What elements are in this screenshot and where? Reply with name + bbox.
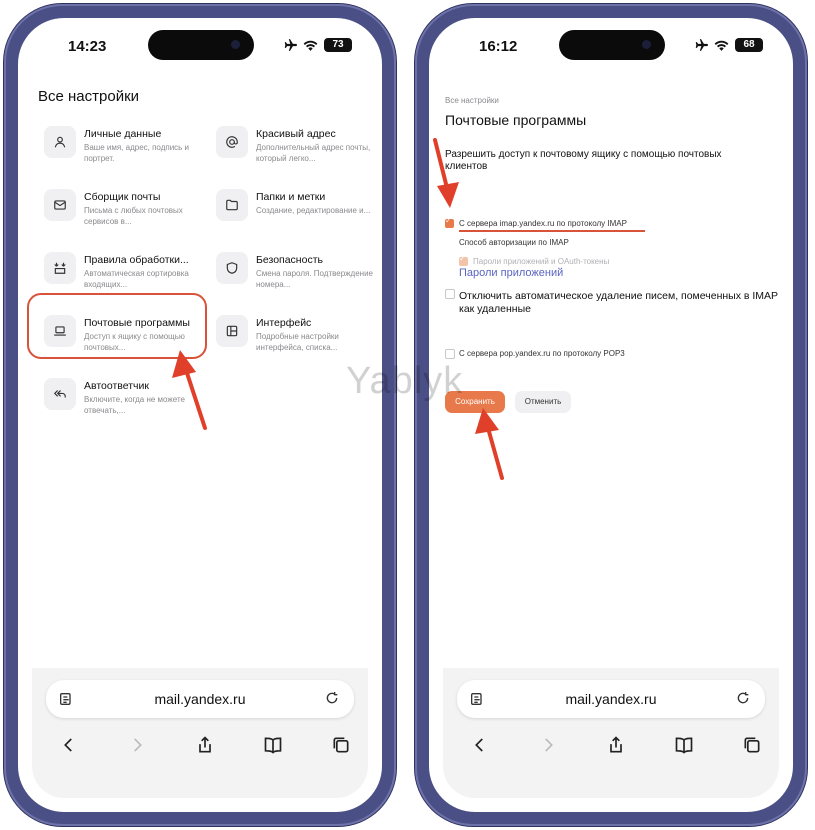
forward-button[interactable] xyxy=(124,732,150,758)
tabs-icon xyxy=(744,737,760,753)
disable-autodelete-label: Отключить автоматическое удаление писем,… xyxy=(459,290,778,315)
wifi-icon xyxy=(714,40,729,51)
chevron-right-icon xyxy=(545,738,553,752)
status-bar: 16:12 68 xyxy=(429,18,793,76)
settings-item-collector[interactable]: Сборщик почты Письма с любых почтовых се… xyxy=(38,189,203,245)
battery-indicator: 68 xyxy=(735,38,763,52)
settings-item-desc: Включите, когда не можете отвечать,... xyxy=(84,395,185,415)
watermark: Yablyk xyxy=(346,360,464,402)
browser-toolbar: mail.yandex.ru xyxy=(443,668,779,798)
app-passwords-checkbox xyxy=(459,254,468,266)
share-icon xyxy=(610,736,622,753)
section-label: Разрешить доступ к почтовому ящику с пом… xyxy=(445,149,722,172)
app-passwords-link[interactable]: Пароли приложений xyxy=(459,267,563,279)
phone-left: 14:23 73 Все настройки Личные данные Ваш… xyxy=(4,4,396,826)
imap-label: С сервера imap.yandex.ru по протоколу IM… xyxy=(459,219,627,228)
dynamic-island xyxy=(148,30,254,60)
disable-autodelete-checkbox[interactable] xyxy=(445,289,455,299)
settings-item-title: Личные данные xyxy=(84,128,162,140)
pop3-label: С сервера pop.yandex.ru по протоколу POP… xyxy=(459,349,625,358)
pop3-checkbox[interactable] xyxy=(445,349,455,359)
share-icon xyxy=(199,736,211,753)
nav-row xyxy=(443,732,779,762)
app-passwords-label: Пароли приложений и OAuth-токены xyxy=(473,257,610,266)
imap-checkbox[interactable] xyxy=(445,216,454,228)
shield-icon xyxy=(226,262,238,274)
settings-item-desc: Создание, редактирование и... xyxy=(256,206,371,215)
back-button[interactable] xyxy=(56,732,82,758)
folder-icon xyxy=(226,199,238,211)
envelope-icon xyxy=(54,200,66,210)
settings-item-title: Безопасность xyxy=(256,254,323,266)
bookmarks-button[interactable] xyxy=(671,732,697,758)
breadcrumb[interactable]: Все настройки xyxy=(445,96,499,105)
bookmarks-button[interactable] xyxy=(260,732,286,758)
back-button[interactable] xyxy=(467,732,493,758)
status-bar: 14:23 73 xyxy=(18,18,382,76)
settings-item-title: Сборщик почты xyxy=(84,191,161,203)
airplane-icon xyxy=(695,39,708,51)
user-icon xyxy=(54,136,66,148)
settings-item-desc: Письма с любых почтовых сервисов в... xyxy=(84,206,183,226)
book-icon xyxy=(675,737,693,754)
dynamic-island xyxy=(559,30,665,60)
url-text: mail.yandex.ru xyxy=(565,691,657,707)
settings-item-desc: Ваше имя, адрес, подпись и портрет. xyxy=(84,143,190,163)
highlight-outline xyxy=(27,293,207,359)
rules-icon xyxy=(54,262,66,274)
cancel-button[interactable]: Отменить xyxy=(515,391,571,413)
layout-icon xyxy=(226,325,238,337)
auth-method-label: Способ авторизации по IMAP xyxy=(459,238,569,247)
status-time: 16:12 xyxy=(479,38,518,55)
screen-left: 14:23 73 Все настройки Личные данные Ваш… xyxy=(18,18,382,812)
chevron-left-icon xyxy=(64,738,72,752)
settings-item-title: Интерфейс xyxy=(256,317,312,329)
url-text: mail.yandex.ru xyxy=(154,691,246,707)
tabs-icon xyxy=(333,737,349,753)
page-title: Все настройки xyxy=(38,88,140,105)
settings-item-folders[interactable]: Папки и метки Создание, редактирование и… xyxy=(210,189,375,245)
status-icons: 68 xyxy=(694,38,763,52)
page-title: Почтовые программы xyxy=(445,112,587,128)
book-icon xyxy=(264,737,282,754)
status-time: 14:23 xyxy=(68,38,107,55)
settings-grid: Личные данные Ваше имя, адрес, подпись и… xyxy=(38,126,373,436)
settings-item-desc: Дополнительный адрес почты, который легк… xyxy=(256,143,371,163)
settings-item-title: Папки и метки xyxy=(256,191,326,203)
settings-item-desc: Смена пароля. Подтверждение номера... xyxy=(256,269,373,289)
browser-toolbar: mail.yandex.ru xyxy=(32,668,368,798)
chevron-right-icon xyxy=(134,738,142,752)
settings-item-personal[interactable]: Личные данные Ваше имя, адрес, подпись и… xyxy=(38,126,203,182)
reply-all-icon xyxy=(53,390,66,398)
share-button[interactable] xyxy=(192,732,218,758)
imap-underline xyxy=(459,230,645,232)
settings-item-security[interactable]: Безопасность Смена пароля. Подтверждение… xyxy=(210,252,375,308)
settings-item-autoreply[interactable]: Автоответчик Включите, когда не можете о… xyxy=(38,378,203,434)
settings-item-title: Автоответчик xyxy=(84,380,149,392)
reload-icon[interactable] xyxy=(324,690,340,706)
tabs-button[interactable] xyxy=(739,732,765,758)
address-bar[interactable]: mail.yandex.ru xyxy=(457,680,765,718)
settings-item-desc: Автоматическая сортировка входящих... xyxy=(84,269,189,289)
nav-row xyxy=(32,732,368,762)
settings-item-title: Правила обработки... xyxy=(84,254,189,266)
address-bar[interactable]: mail.yandex.ru xyxy=(46,680,354,718)
settings-item-desc: Подробные настройки интерфейса, списка..… xyxy=(256,332,339,352)
reload-icon[interactable] xyxy=(735,690,751,706)
battery-indicator: 73 xyxy=(324,38,352,52)
at-icon xyxy=(226,136,238,148)
wifi-icon xyxy=(303,40,318,51)
share-button[interactable] xyxy=(603,732,629,758)
settings-item-address[interactable]: Красивый адрес Дополнительный адрес почт… xyxy=(210,126,375,182)
phone-right: 16:12 68 Все настройки Почтовые программ… xyxy=(415,4,807,826)
tabs-button[interactable] xyxy=(328,732,354,758)
forward-button[interactable] xyxy=(535,732,561,758)
screen-right: 16:12 68 Все настройки Почтовые программ… xyxy=(429,18,793,812)
airplane-icon xyxy=(284,39,297,51)
settings-item-title: Красивый адрес xyxy=(256,128,336,140)
status-icons: 73 xyxy=(283,38,352,52)
chevron-left-icon xyxy=(475,738,483,752)
